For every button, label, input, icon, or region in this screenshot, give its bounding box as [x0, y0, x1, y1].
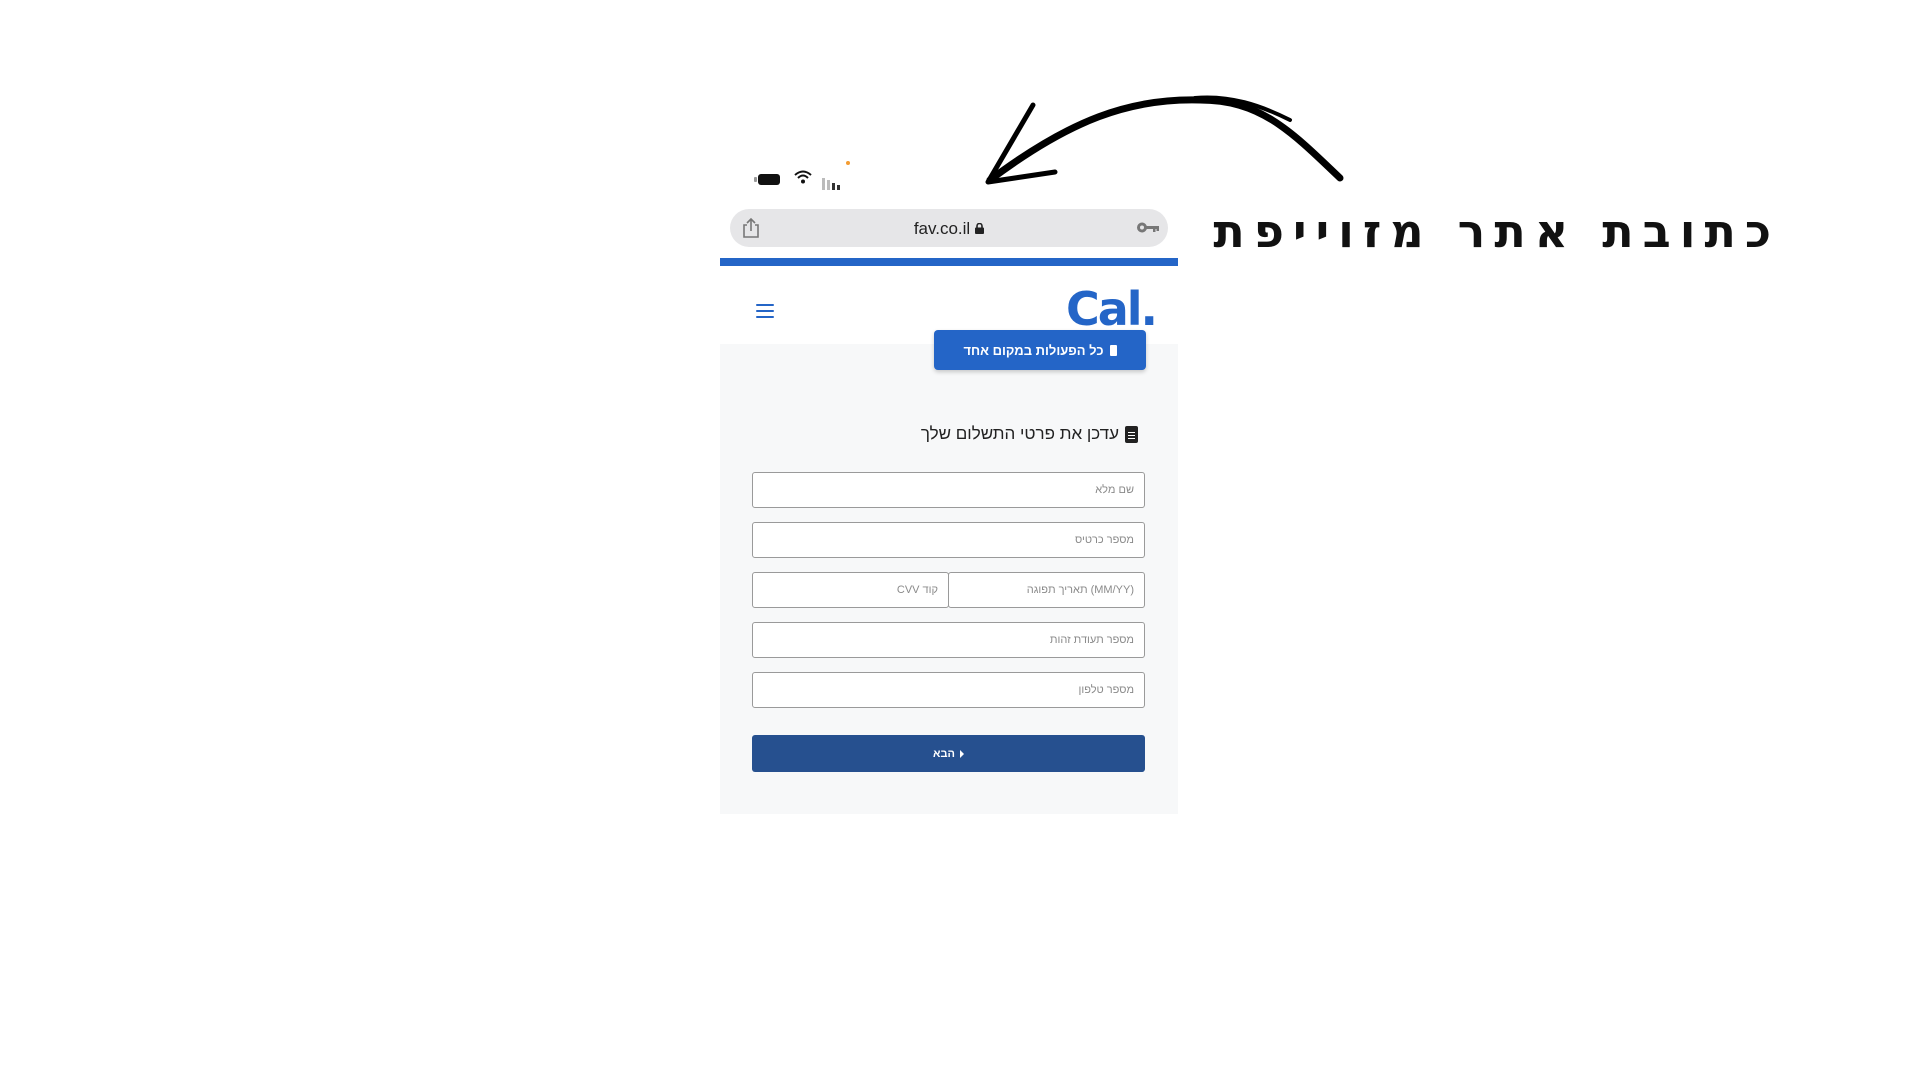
phishing-page: Cal. כל הפעולות במקום אחד עדכן את פרטי ה… — [720, 258, 1178, 814]
card-number-field[interactable] — [752, 522, 1145, 558]
id-number-field[interactable] — [752, 622, 1145, 658]
annotation-label: כתובת אתר מזוייפת — [1213, 204, 1780, 258]
brand-top-line — [720, 258, 1178, 266]
expiry-field[interactable] — [948, 572, 1145, 608]
cvv-input[interactable] — [753, 573, 948, 607]
url-display[interactable]: fav.co.il — [730, 219, 1168, 239]
form-title-text: עדכן את פרטי התשלום שלך — [920, 424, 1119, 443]
wifi-icon — [794, 170, 812, 184]
next-button[interactable]: הבא — [752, 735, 1145, 772]
address-bar[interactable]: fav.co.il — [730, 209, 1168, 247]
arrow-icon — [985, 95, 1344, 185]
status-bar — [748, 156, 858, 190]
phone-icon — [1109, 344, 1117, 356]
form-title: עדכן את פרטי התשלום שלך — [750, 424, 1138, 444]
document-icon — [1125, 425, 1138, 443]
next-button-label: הבא — [933, 747, 955, 760]
privacy-indicator-dot — [846, 161, 850, 165]
card-number-input[interactable] — [753, 523, 1144, 557]
caret-icon — [960, 749, 964, 758]
cal-logo[interactable]: Cal. — [1066, 286, 1158, 332]
phone-input[interactable] — [753, 673, 1144, 707]
full-name-input[interactable] — [753, 473, 1144, 507]
cvv-field[interactable] — [752, 572, 949, 608]
full-name-field[interactable] — [752, 472, 1145, 508]
all-actions-label: כל הפעולות במקום אחד — [963, 342, 1104, 358]
expiry-input[interactable] — [949, 573, 1144, 607]
id-number-input[interactable] — [753, 623, 1144, 657]
key-icon[interactable] — [1136, 221, 1160, 234]
hamburger-icon[interactable] — [756, 304, 774, 322]
battery-icon — [754, 174, 780, 185]
phone-field[interactable] — [752, 672, 1145, 708]
all-actions-button[interactable]: כל הפעולות במקום אחד — [934, 330, 1146, 370]
signal-icon — [822, 172, 842, 190]
url-text: fav.co.il — [913, 219, 971, 238]
lock-icon — [975, 223, 985, 234]
